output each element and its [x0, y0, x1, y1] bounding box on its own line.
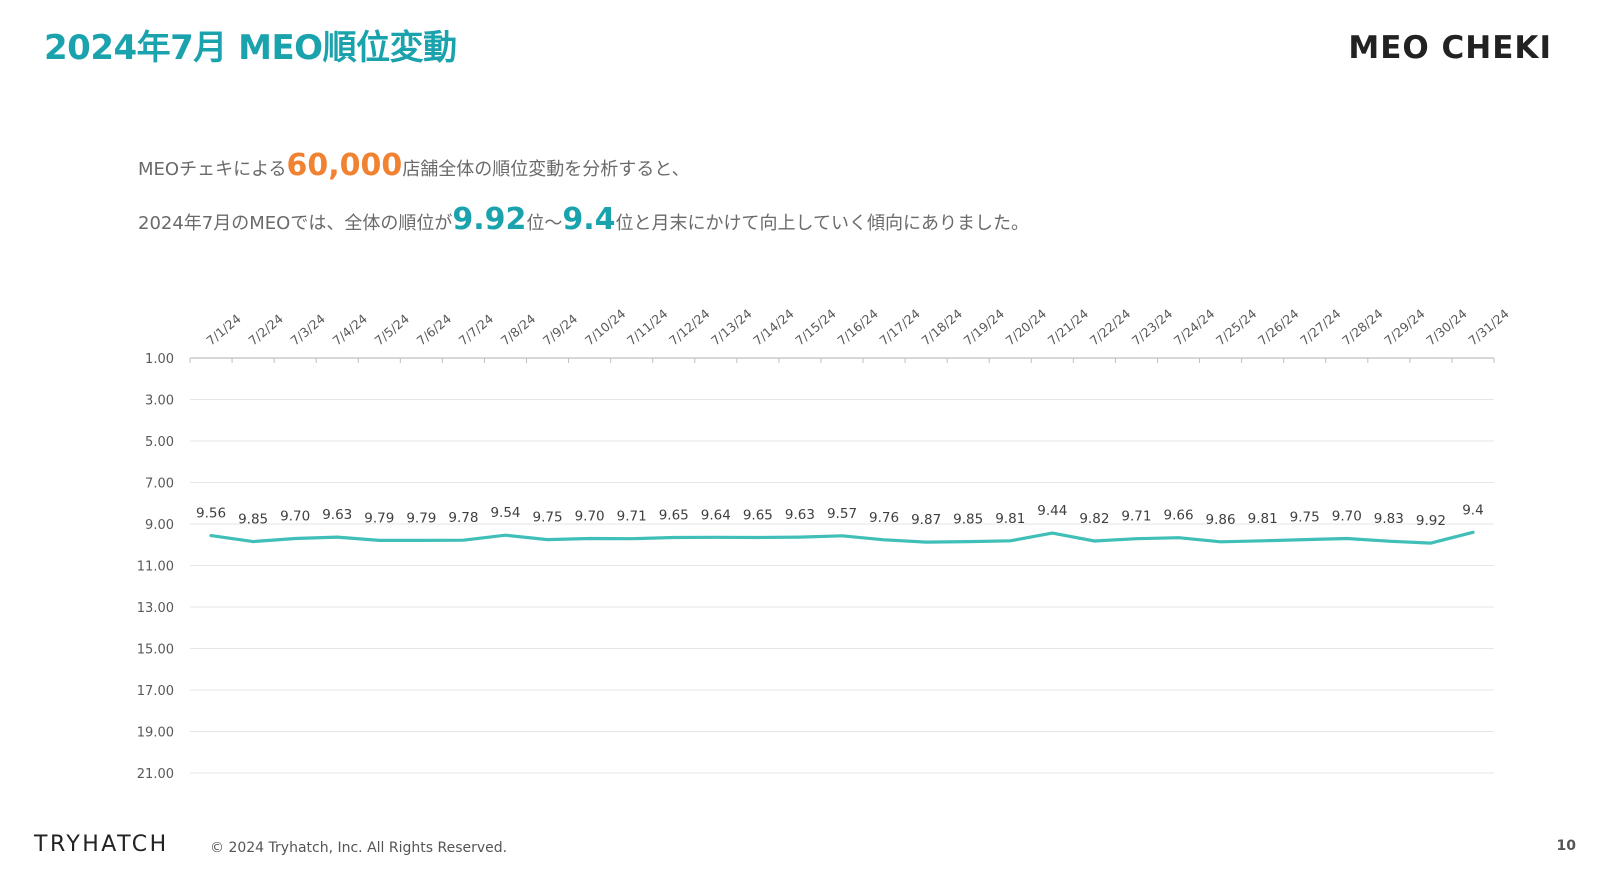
data-label: 9.85	[238, 512, 268, 528]
data-label: 9.83	[1374, 511, 1404, 527]
data-label: 9.64	[701, 507, 731, 523]
data-label: 9.70	[1332, 509, 1362, 525]
rank-worst-highlight: 9.92	[452, 202, 527, 237]
x-tick-label: 7/2/24	[245, 311, 285, 348]
series-line-group	[209, 530, 1475, 545]
summary-line1-suffix: 店舗全体の順位変動を分析すると、	[402, 159, 690, 180]
x-tick-label: 7/23/24	[1129, 306, 1176, 348]
chart-gridlines	[190, 357, 1494, 774]
data-label: 9.86	[1206, 512, 1236, 528]
brand-logo: MEO CHEKI	[1348, 30, 1552, 66]
data-label: 9.79	[406, 510, 436, 526]
y-tick-label: 3.00	[145, 394, 174, 409]
summary-line-2: 2024年7月のMEOでは、全体の順位が9.92位〜9.4位と月末にかけて向上し…	[138, 202, 1029, 237]
x-tick-label: 7/11/24	[624, 306, 671, 348]
x-tick-label: 7/30/24	[1423, 306, 1470, 348]
y-tick-label: 9.00	[145, 518, 174, 533]
x-tick-label: 7/29/24	[1381, 306, 1428, 348]
data-label: 9.81	[1248, 511, 1278, 527]
x-tick-label: 7/6/24	[414, 311, 454, 348]
x-tick-label: 7/16/24	[834, 306, 881, 348]
x-tick-label: 7/17/24	[876, 306, 923, 348]
y-tick-label: 19.00	[137, 726, 174, 741]
y-tick-label: 7.00	[145, 477, 174, 492]
data-label: 9.63	[322, 507, 352, 523]
x-tick-label: 7/24/24	[1171, 306, 1218, 348]
rank-line-chart: 1.00 3.00 5.00 7.00 9.00 11.00 13.00 15.00 17.00…	[137, 306, 1512, 782]
y-tick-label: 5.00	[145, 435, 174, 450]
x-tick-label: 7/1/24	[203, 311, 243, 348]
data-label: 9.79	[364, 510, 394, 526]
x-tick-label: 7/15/24	[792, 306, 839, 348]
x-tick-label: 7/10/24	[582, 306, 629, 348]
data-labels: 9.56 9.85 9.70 9.63 9.79 9.79 9.78 9.54 9.75 9.70…	[196, 502, 1484, 529]
x-tick-label: 7/7/24	[456, 311, 496, 348]
data-label: 9.71	[617, 509, 647, 525]
data-label: 9.85	[953, 512, 983, 528]
data-label: 9.71	[1121, 509, 1151, 525]
data-label: 9.65	[743, 507, 773, 523]
x-tick-label: 7/9/24	[540, 311, 580, 348]
data-label: 9.44	[1037, 503, 1067, 519]
y-tick-label: 1.00	[145, 352, 174, 367]
x-tick-label: 7/14/24	[750, 306, 797, 348]
summary-line2-mid: 位〜	[526, 213, 563, 234]
x-tick-label: 7/12/24	[666, 306, 713, 348]
y-tick-label: 17.00	[137, 684, 174, 699]
data-label: 9.66	[1163, 508, 1193, 524]
x-tick-label: 7/8/24	[498, 311, 538, 348]
data-label: 9.75	[533, 510, 563, 526]
data-label: 9.81	[995, 511, 1025, 527]
x-tick-label: 7/5/24	[372, 311, 412, 348]
x-tick-label: 7/22/24	[1087, 306, 1134, 348]
data-label: 9.63	[785, 507, 815, 523]
data-label: 9.54	[490, 505, 520, 521]
summary-line1-prefix: MEOチェキによる	[138, 159, 287, 180]
x-tick-label: 7/21/24	[1045, 306, 1092, 348]
data-label: 9.78	[448, 510, 478, 526]
footer-company-logo: TRYHATCH	[34, 832, 169, 857]
data-label: 9.65	[659, 507, 689, 523]
y-axis-ticks: 1.00 3.00 5.00 7.00 9.00 11.00 13.00 15.00 17.00…	[137, 352, 174, 782]
summary-line2-suffix: 位と月末にかけて向上していく傾向にありました。	[615, 213, 1029, 234]
x-tick-label: 7/13/24	[708, 306, 755, 348]
data-label: 9.75	[1290, 510, 1320, 526]
x-tick-label: 7/18/24	[918, 306, 965, 348]
data-label: 9.70	[575, 509, 605, 525]
x-tick-label: 7/31/24	[1465, 306, 1512, 348]
x-tick-label: 7/3/24	[287, 311, 327, 348]
data-label: 9.56	[196, 506, 226, 522]
summary-line-1: MEOチェキによる60,000店舗全体の順位変動を分析すると、	[138, 148, 690, 183]
summary-line2-prefix: 2024年7月のMEOでは、全体の順位が	[138, 213, 453, 234]
x-tick-label: 7/26/24	[1255, 306, 1302, 348]
data-label: 9.82	[1079, 511, 1109, 527]
data-label: 9.87	[911, 512, 941, 528]
store-count-highlight: 60,000	[286, 148, 403, 183]
data-label: 9.76	[869, 510, 899, 526]
series-line	[209, 530, 1475, 545]
footer-copyright: © 2024 Tryhatch, Inc. All Rights Reserve…	[210, 840, 508, 856]
data-label: 9.57	[827, 506, 857, 522]
y-tick-label: 21.00	[137, 767, 174, 782]
x-axis-ticks: 7/1/24 7/2/24 7/3/24 7/4/24 7/5/24 7/6/24 7/7/…	[189, 306, 1512, 363]
x-tick-label: 7/20/24	[1003, 306, 1050, 348]
rank-best-highlight: 9.4	[562, 202, 616, 237]
x-tick-label: 7/4/24	[330, 311, 370, 348]
page-number: 10	[1556, 838, 1576, 854]
x-tick-label: 7/28/24	[1339, 306, 1386, 348]
data-label: 9.70	[280, 509, 310, 525]
x-tick-label: 7/27/24	[1297, 306, 1344, 348]
y-tick-label: 15.00	[137, 643, 174, 658]
x-tick-label: 7/19/24	[960, 306, 1007, 348]
y-tick-label: 13.00	[137, 601, 174, 616]
page-title: 2024年7月 MEO順位変動	[44, 28, 457, 68]
data-label: 9.4	[1462, 502, 1483, 518]
x-tick-label: 7/25/24	[1213, 306, 1260, 348]
data-label: 9.92	[1416, 513, 1446, 529]
y-tick-label: 11.00	[137, 560, 174, 575]
